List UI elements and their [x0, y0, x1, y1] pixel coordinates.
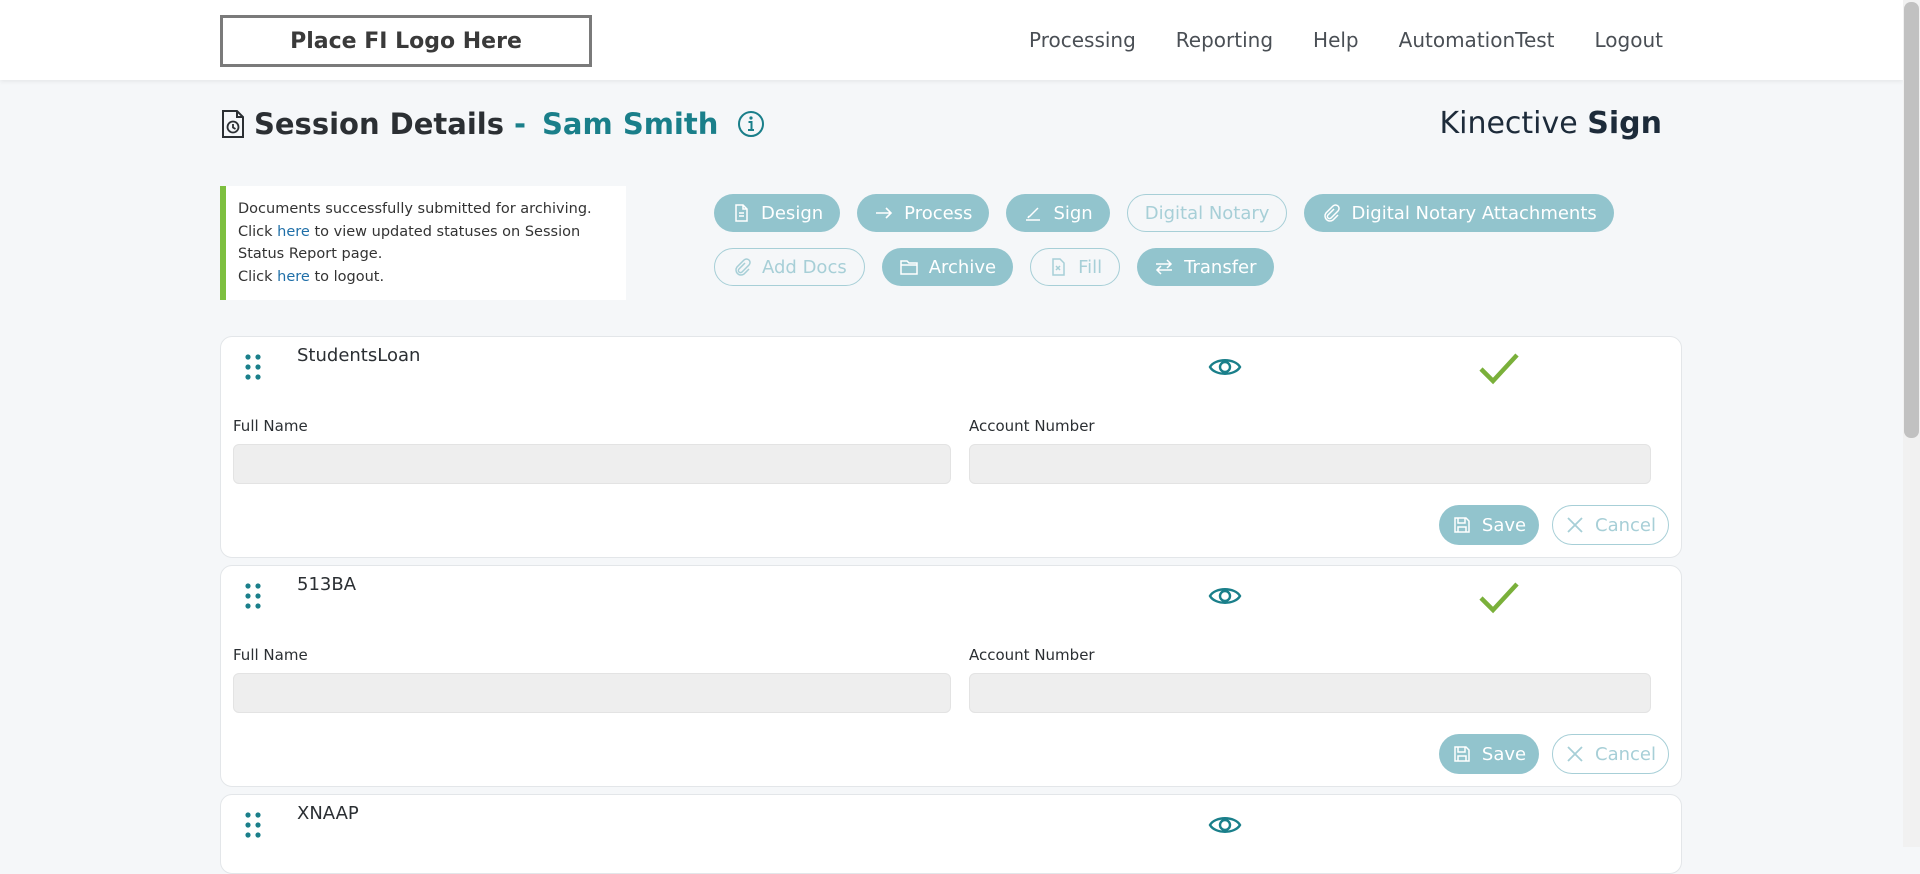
session-details-title: Session Details	[254, 107, 504, 141]
save-button[interactable]: Save	[1439, 505, 1539, 545]
add-docs-button-label: Add Docs	[762, 256, 847, 278]
archive-button[interactable]: Archive	[881, 248, 1014, 286]
cancel-button[interactable]: Cancel	[1552, 505, 1669, 545]
nav-processing[interactable]: Processing	[1029, 28, 1136, 52]
session-history-icon	[222, 110, 244, 138]
save-icon	[1454, 517, 1470, 533]
document-card: XNAAP	[220, 794, 1682, 874]
logout-link[interactable]: here	[277, 269, 310, 285]
message-text: to logout.	[309, 268, 385, 285]
save-button-label: Save	[1481, 514, 1527, 536]
sign-button[interactable]: Sign	[1006, 194, 1110, 232]
transfer-button-label: Transfer	[1184, 256, 1257, 278]
account-number-label: Account Number	[969, 417, 1095, 435]
design-button-label: Design	[761, 202, 824, 224]
transfer-button[interactable]: Transfer	[1137, 248, 1274, 286]
page-scrollbar-thumb[interactable]	[1904, 2, 1919, 438]
view-document-eye-icon[interactable]	[1208, 582, 1242, 610]
checkmark-icon	[1479, 582, 1519, 614]
close-icon	[1567, 517, 1583, 533]
view-document-eye-icon[interactable]	[1208, 353, 1242, 381]
digital-notary-attachments-label: Digital Notary Attachments	[1351, 202, 1597, 224]
full-name-label: Full Name	[233, 417, 308, 435]
cancel-button-label: Cancel	[1595, 743, 1656, 765]
drag-handle-icon[interactable]	[243, 811, 263, 839]
document-name: StudentsLoan	[297, 345, 421, 366]
cancel-button[interactable]: Cancel	[1552, 734, 1669, 774]
full-name-label: Full Name	[233, 646, 308, 664]
folder-icon	[899, 260, 918, 275]
archive-button-label: Archive	[928, 256, 997, 278]
nav-reporting[interactable]: Reporting	[1176, 28, 1273, 52]
top-navigation-bar: Place FI Logo Here Processing Reporting …	[0, 0, 1903, 80]
fill-button[interactable]: Fill	[1030, 248, 1121, 286]
document-card: StudentsLoan Full Name Account Number Sa…	[220, 336, 1682, 558]
status-report-link[interactable]: here	[277, 224, 310, 240]
save-button-label: Save	[1481, 743, 1527, 765]
cancel-button-label: Cancel	[1595, 514, 1656, 536]
brand-suffix: Sign	[1587, 106, 1662, 141]
sign-button-label: Sign	[1053, 202, 1093, 224]
account-number-label: Account Number	[969, 646, 1095, 664]
session-action-buttons: Design Process Sign Digital Notary Digit…	[714, 194, 1614, 302]
document-icon	[735, 204, 748, 222]
arrow-right-icon	[876, 207, 893, 219]
archive-success-message: Documents successfully submitted for arc…	[220, 186, 626, 300]
digital-notary-attachments-button[interactable]: Digital Notary Attachments	[1304, 194, 1614, 232]
kinective-sign-logo: Kinective Sign	[1439, 106, 1662, 141]
fi-logo-placeholder[interactable]: Place FI Logo Here	[220, 15, 592, 67]
drag-handle-icon[interactable]	[243, 582, 263, 610]
document-name: XNAAP	[297, 803, 359, 824]
message-line-1: Documents successfully submitted for arc…	[238, 201, 592, 217]
process-button-label: Process	[904, 202, 973, 224]
pen-icon	[1026, 207, 1041, 221]
message-text: Click	[238, 268, 278, 285]
checkmark-icon	[1479, 353, 1519, 385]
full-name-input[interactable]	[233, 444, 951, 484]
transfer-icon	[1156, 259, 1173, 275]
close-icon	[1567, 746, 1583, 762]
process-button[interactable]: Process	[857, 194, 990, 232]
document-name: 513BA	[297, 574, 357, 595]
document-card: 513BA Full Name Account Number Save Canc…	[220, 565, 1682, 787]
paperclip-icon	[735, 258, 751, 276]
paperclip-icon	[1324, 204, 1341, 222]
full-name-input[interactable]	[233, 673, 951, 713]
info-icon[interactable]	[736, 109, 766, 139]
view-document-eye-icon[interactable]	[1208, 811, 1242, 839]
message-line-3: Click here to logout.	[238, 266, 614, 289]
message-line-2: Click here to view updated statuses on S…	[238, 221, 614, 266]
save-icon	[1454, 746, 1470, 762]
digital-notary-button[interactable]: Digital Notary	[1126, 194, 1288, 232]
digital-notary-button-label: Digital Notary	[1144, 202, 1270, 224]
nav-logout[interactable]: Logout	[1595, 28, 1663, 52]
fill-button-label: Fill	[1078, 256, 1103, 278]
account-number-input[interactable]	[969, 673, 1651, 713]
save-button[interactable]: Save	[1439, 734, 1539, 774]
message-text: Click	[238, 223, 278, 240]
design-button[interactable]: Design	[714, 194, 841, 232]
nav-user-automationtest[interactable]: AutomationTest	[1399, 28, 1555, 52]
main-nav: Processing Reporting Help AutomationTest…	[1029, 28, 1663, 52]
signer-name: Sam Smith	[542, 107, 719, 141]
drag-handle-icon[interactable]	[243, 353, 263, 381]
nav-help[interactable]: Help	[1313, 28, 1359, 52]
add-docs-button[interactable]: Add Docs	[714, 248, 865, 286]
brand-name: Kinective	[1439, 106, 1578, 141]
title-separator: -	[514, 107, 527, 141]
account-number-input[interactable]	[969, 444, 1651, 484]
fill-icon	[1052, 258, 1065, 276]
page-title: Session Details - Sam Smith	[220, 104, 766, 144]
